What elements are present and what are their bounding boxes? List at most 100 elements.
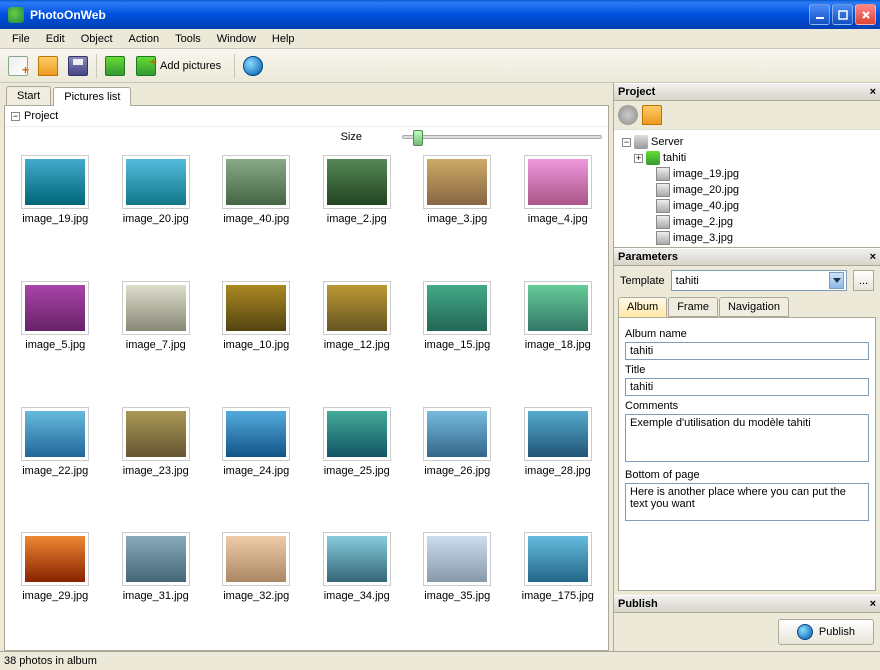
comments-input[interactable]: Exemple d'utilisation du modèle tahiti <box>625 414 869 462</box>
maximize-button[interactable] <box>832 4 853 25</box>
tree-image-label: image_40.jpg <box>673 200 739 212</box>
minimize-button[interactable] <box>809 4 830 25</box>
publish-button[interactable]: Publish <box>778 619 874 645</box>
thumbnail-item[interactable]: image_40.jpg <box>210 155 303 265</box>
tree-image-item[interactable]: image_20.jpg <box>622 182 876 198</box>
thumbnail-item[interactable]: image_20.jpg <box>110 155 203 265</box>
thumbnail-item[interactable]: image_18.jpg <box>512 281 605 391</box>
thumbnail-label: image_20.jpg <box>123 213 189 225</box>
thumbnail-image <box>122 532 190 586</box>
new-album-button[interactable] <box>101 52 129 80</box>
image-file-icon <box>656 215 670 229</box>
publish-panel-close-icon[interactable]: × <box>870 598 876 610</box>
thumbnail-image <box>222 407 290 461</box>
tree-image-item[interactable]: image_40.jpg <box>622 198 876 214</box>
add-pictures-label: Add pictures <box>160 60 221 72</box>
album-icon <box>646 151 660 165</box>
menu-tools[interactable]: Tools <box>167 31 209 47</box>
new-project-button[interactable] <box>4 52 32 80</box>
tab-start[interactable]: Start <box>6 86 51 105</box>
thumbnail-item[interactable]: image_4.jpg <box>512 155 605 265</box>
thumbnail-item[interactable]: image_19.jpg <box>9 155 102 265</box>
title-input[interactable] <box>625 378 869 396</box>
thumbnail-item[interactable]: image_31.jpg <box>110 532 203 642</box>
new-icon <box>8 56 28 76</box>
thumbnail-item[interactable]: image_32.jpg <box>210 532 303 642</box>
thumbnail-item[interactable]: image_3.jpg <box>411 155 504 265</box>
publish-web-button[interactable] <box>239 52 267 80</box>
collapse-icon[interactable]: − <box>11 112 20 121</box>
parameters-panel-title: Parameters <box>618 251 678 263</box>
toolbar: Add pictures <box>0 49 880 83</box>
template-combo[interactable]: tahiti <box>671 270 847 291</box>
album-name-input[interactable] <box>625 342 869 360</box>
thumbnail-label: image_4.jpg <box>528 213 588 225</box>
thumbnail-image <box>122 407 190 461</box>
menu-action[interactable]: Action <box>121 31 168 47</box>
template-label: Template <box>620 275 665 287</box>
bottom-input[interactable]: Here is another place where you can put … <box>625 483 869 521</box>
tab-frame[interactable]: Frame <box>668 297 718 317</box>
thumbnail-item[interactable]: image_35.jpg <box>411 532 504 642</box>
thumbnail-label: image_18.jpg <box>525 339 591 351</box>
thumbnail-grid: image_19.jpgimage_20.jpgimage_40.jpgimag… <box>5 147 608 650</box>
folder-open-icon <box>38 56 58 76</box>
thumbnail-item[interactable]: image_34.jpg <box>311 532 404 642</box>
publish-panel-title: Publish <box>618 598 658 610</box>
tree-collapse-icon[interactable]: − <box>622 138 631 147</box>
image-file-icon <box>656 231 670 245</box>
thumbnail-item[interactable]: image_5.jpg <box>9 281 102 391</box>
menu-edit[interactable]: Edit <box>38 31 73 47</box>
project-panel-close-icon[interactable]: × <box>870 86 876 98</box>
open-project-button[interactable] <box>34 52 62 80</box>
tree-expand-icon[interactable]: + <box>634 154 643 163</box>
gear-icon[interactable] <box>618 105 638 125</box>
close-button[interactable] <box>855 4 876 25</box>
thumbnail-item[interactable]: image_15.jpg <box>411 281 504 391</box>
thumbnail-item[interactable]: image_10.jpg <box>210 281 303 391</box>
tab-pictures-list[interactable]: Pictures list <box>53 87 131 106</box>
menu-window[interactable]: Window <box>209 31 264 47</box>
project-tree[interactable]: − Server + tahiti image_19.jpgimage_20.jpg… <box>614 130 880 248</box>
tab-navigation[interactable]: Navigation <box>719 297 789 317</box>
thumbnail-item[interactable]: image_29.jpg <box>9 532 102 642</box>
tab-album[interactable]: Album <box>618 297 667 317</box>
thumbnail-image <box>423 281 491 335</box>
album-name-label: Album name <box>625 328 869 340</box>
folder-icon[interactable] <box>642 105 662 125</box>
thumbnail-item[interactable]: image_7.jpg <box>110 281 203 391</box>
thumbnail-item[interactable]: image_25.jpg <box>311 407 404 517</box>
parameters-panel-close-icon[interactable]: × <box>870 251 876 263</box>
menu-file[interactable]: File <box>4 31 38 47</box>
thumbnail-image <box>21 407 89 461</box>
thumbnail-item[interactable]: image_2.jpg <box>311 155 404 265</box>
toolbar-separator <box>96 54 97 78</box>
size-label: Size <box>341 131 362 143</box>
add-pictures-button[interactable]: Add pictures <box>131 52 230 80</box>
thumbnail-image <box>524 407 592 461</box>
thumbnail-item[interactable]: image_175.jpg <box>512 532 605 642</box>
thumbnail-item[interactable]: image_28.jpg <box>512 407 605 517</box>
tree-image-item[interactable]: image_3.jpg <box>622 230 876 246</box>
menu-help[interactable]: Help <box>264 31 303 47</box>
thumbnail-label: image_10.jpg <box>223 339 289 351</box>
thumbnail-item[interactable]: image_22.jpg <box>9 407 102 517</box>
thumbnail-item[interactable]: image_24.jpg <box>210 407 303 517</box>
comments-label: Comments <box>625 400 869 412</box>
tree-image-item[interactable]: image_19.jpg <box>622 166 876 182</box>
tree-server[interactable]: Server <box>651 136 683 148</box>
template-browse-button[interactable]: ... <box>853 270 874 291</box>
thumbnail-item[interactable]: image_23.jpg <box>110 407 203 517</box>
menu-object[interactable]: Object <box>73 31 121 47</box>
thumbnail-label: image_12.jpg <box>324 339 390 351</box>
thumbnail-item[interactable]: image_12.jpg <box>311 281 404 391</box>
thumbnail-item[interactable]: image_26.jpg <box>411 407 504 517</box>
dropdown-icon[interactable] <box>829 272 844 289</box>
tree-image-item[interactable]: image_2.jpg <box>622 214 876 230</box>
tree-image-label: image_3.jpg <box>673 232 733 244</box>
project-toolbar <box>614 101 880 130</box>
tree-album[interactable]: tahiti <box>663 152 686 164</box>
thumbnail-size-slider[interactable] <box>402 135 602 139</box>
thumbnail-label: image_15.jpg <box>424 339 490 351</box>
save-project-button[interactable] <box>64 52 92 80</box>
